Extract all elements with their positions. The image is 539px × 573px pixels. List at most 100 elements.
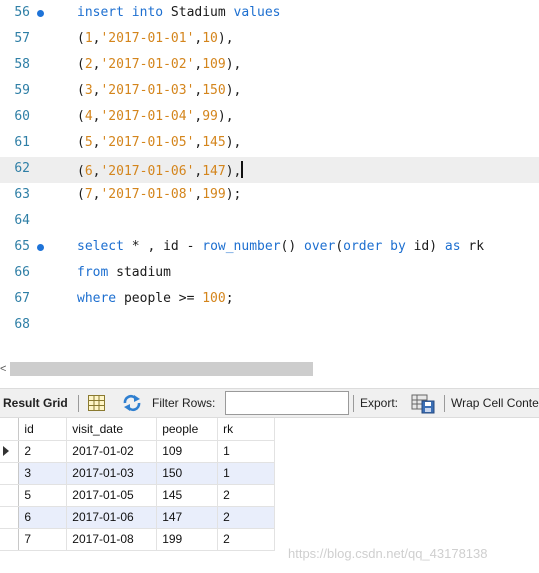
row-selector[interactable] (0, 440, 20, 463)
cell-people[interactable]: 150 (156, 462, 219, 485)
code-line[interactable]: 60 (4,'2017-01-04',99), (0, 105, 539, 131)
code-line[interactable]: 57 (1,'2017-01-01',10), (0, 27, 539, 53)
cell-rk[interactable]: 2 (217, 528, 275, 551)
code-token: 109 (202, 57, 226, 72)
code-token: () (280, 239, 305, 254)
statement-marker-icon[interactable] (37, 244, 44, 251)
row-selector[interactable] (0, 506, 20, 529)
result-grid-tab[interactable]: Result Grid (3, 396, 68, 410)
code-text[interactable]: (7,'2017-01-08',199); (77, 187, 241, 202)
export-icon[interactable] (411, 393, 435, 414)
line-number: 64 (14, 213, 30, 228)
code-token: ), (225, 135, 242, 150)
grid-corner[interactable] (0, 418, 20, 441)
code-text[interactable]: (5,'2017-01-05',145), (77, 135, 241, 150)
code-token: people >= (116, 291, 203, 306)
code-token: ), (225, 164, 242, 179)
cell-people[interactable]: 145 (156, 484, 219, 507)
grid-header-row: id visit_date people rk (0, 418, 275, 441)
code-token: 99 (202, 109, 218, 124)
cell-people[interactable]: 109 (156, 440, 219, 463)
code-text[interactable]: (6,'2017-01-06',147), (77, 161, 244, 179)
horizontal-scrollbar[interactable]: < (0, 360, 539, 378)
line-number: 59 (14, 83, 30, 98)
scroll-left-arrow-icon[interactable]: < (0, 363, 6, 375)
code-token: 100 (202, 291, 226, 306)
cell-visit-date[interactable]: 2017-01-08 (66, 528, 158, 551)
code-token: ), (217, 31, 234, 46)
code-line[interactable]: 58 (2,'2017-01-02',109), (0, 53, 539, 79)
code-token: ( (77, 164, 85, 179)
code-text[interactable]: where people >= 100; (77, 291, 234, 306)
cell-rk[interactable]: 1 (217, 462, 275, 485)
cell-people[interactable]: 147 (156, 506, 219, 529)
cell-id[interactable]: 2 (18, 440, 68, 463)
row-selector[interactable] (0, 528, 20, 551)
code-line[interactable]: 61 (5,'2017-01-05',145), (0, 131, 539, 157)
code-text[interactable]: (4,'2017-01-04',99), (77, 109, 234, 124)
cell-people[interactable]: 199 (156, 528, 219, 551)
code-token: ), (225, 57, 242, 72)
column-header[interactable]: rk (217, 418, 275, 441)
filter-rows-label: Filter Rows: (152, 396, 216, 410)
scrollbar-thumb[interactable] (10, 362, 313, 376)
code-token: '2017-01-01' (100, 31, 195, 46)
cell-rk[interactable]: 2 (217, 484, 275, 507)
wrap-cell-content-label[interactable]: Wrap Cell Conte (451, 396, 539, 410)
cell-visit-date[interactable]: 2017-01-05 (66, 484, 158, 507)
line-number: 60 (14, 109, 30, 124)
filter-rows-input[interactable] (225, 391, 349, 415)
code-line[interactable]: 68 (0, 313, 539, 339)
line-number: 57 (14, 31, 30, 46)
table-row[interactable]: 2 2017-01-02 109 1 (0, 440, 275, 463)
row-selector[interactable] (0, 462, 20, 485)
code-line[interactable]: 62 (6,'2017-01-06',147), (0, 157, 539, 183)
grid-layout-icon[interactable] (88, 395, 105, 411)
cell-id[interactable]: 5 (18, 484, 68, 507)
code-token: ( (77, 57, 85, 72)
code-text[interactable]: (1,'2017-01-01',10), (77, 31, 234, 46)
sql-editor[interactable]: 56 insert into Stadium values 57 (1,'2017-0… (0, 0, 539, 346)
code-text[interactable]: select * , id - row_number() over(order … (77, 239, 484, 254)
code-token: ( (77, 109, 85, 124)
refresh-icon[interactable] (121, 394, 143, 412)
code-line[interactable]: 66 from stadium (0, 261, 539, 287)
watermark: https://blog.csdn.net/qq_43178138 (288, 546, 488, 561)
code-token: '2017-01-06' (100, 164, 195, 179)
cell-id[interactable]: 7 (18, 528, 68, 551)
code-line[interactable]: 64 (0, 209, 539, 235)
code-token: stadium (108, 265, 171, 280)
cell-visit-date[interactable]: 2017-01-06 (66, 506, 158, 529)
code-token: from (77, 265, 109, 280)
table-row[interactable]: 5 2017-01-05 145 2 (0, 484, 275, 507)
code-token: 10 (202, 31, 218, 46)
export-label: Export: (360, 396, 399, 410)
statement-marker-icon[interactable] (37, 10, 44, 17)
code-text[interactable]: (2,'2017-01-02',109), (77, 57, 241, 72)
code-token: id) (405, 239, 445, 254)
cell-rk[interactable]: 1 (217, 440, 275, 463)
table-row[interactable]: 7 2017-01-08 199 2 (0, 528, 275, 551)
cell-id[interactable]: 6 (18, 506, 68, 529)
cell-visit-date[interactable]: 2017-01-03 (66, 462, 158, 485)
code-token: ); (225, 187, 242, 202)
code-line[interactable]: 65 select * , id - row_number() over(orde… (0, 235, 539, 261)
text-cursor (241, 161, 244, 178)
row-selector[interactable] (0, 484, 20, 507)
code-text[interactable]: insert into Stadium values (77, 5, 281, 20)
cell-rk[interactable]: 2 (217, 506, 275, 529)
code-text[interactable]: from stadium (77, 265, 171, 280)
code-token: ( (77, 83, 85, 98)
column-header[interactable]: id (18, 418, 68, 441)
code-text[interactable]: (3,'2017-01-03',150), (77, 83, 241, 98)
cell-visit-date[interactable]: 2017-01-02 (66, 440, 158, 463)
table-row[interactable]: 3 2017-01-03 150 1 (0, 462, 275, 485)
cell-id[interactable]: 3 (18, 462, 68, 485)
table-row[interactable]: 6 2017-01-06 147 2 (0, 506, 275, 529)
column-header[interactable]: visit_date (66, 418, 158, 441)
code-line[interactable]: 59 (3,'2017-01-03',150), (0, 79, 539, 105)
code-line[interactable]: 67 where people >= 100; (0, 287, 539, 313)
code-line[interactable]: 63 (7,'2017-01-08',199); (0, 183, 539, 209)
code-line[interactable]: 56 insert into Stadium values (0, 1, 539, 27)
column-header[interactable]: people (156, 418, 219, 441)
